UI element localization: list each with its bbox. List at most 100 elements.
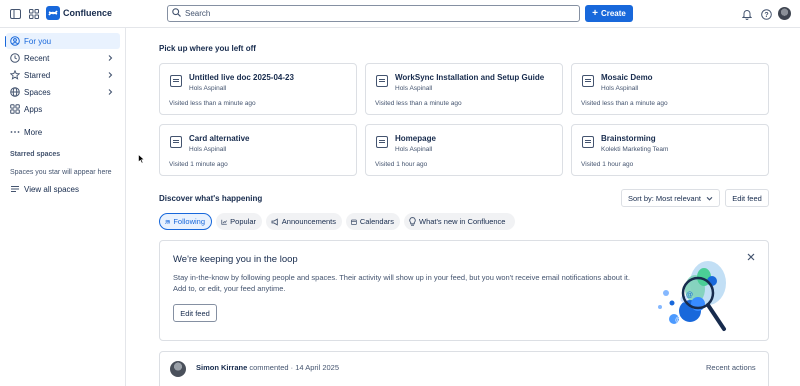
- card-author: Hols Aspinall: [395, 146, 433, 153]
- recent-card[interactable]: Card alternative Hols Aspinall Visited 1…: [159, 124, 357, 176]
- starred-spaces-hint: Spaces you star will appear here: [10, 169, 112, 176]
- for-you-icon: [10, 36, 20, 46]
- search-input[interactable]: [185, 9, 565, 18]
- app-title[interactable]: Confluence: [63, 8, 112, 18]
- svg-text:@: @: [675, 317, 682, 324]
- card-title: Untitled live doc 2025-04-23: [189, 73, 294, 82]
- feed-info-edit-button[interactable]: Edit feed: [173, 304, 217, 322]
- feed-illustration-icon: @ @: [658, 261, 726, 331]
- recent-card[interactable]: Mosaic Demo Hols Aspinall Visited less t…: [571, 63, 769, 115]
- svg-text:@: @: [686, 292, 693, 299]
- card-author: Hols Aspinall: [189, 146, 227, 153]
- lightbulb-icon: [409, 217, 416, 226]
- activity-separator: ·: [290, 363, 294, 372]
- tab-following[interactable]: Following: [159, 213, 212, 230]
- ellipsis-icon: [10, 127, 20, 137]
- people-icon: [165, 219, 171, 224]
- card-visited-time: Visited less than a minute ago: [169, 100, 256, 107]
- chevron-right-icon[interactable]: [106, 88, 114, 96]
- chart-icon: [221, 219, 227, 225]
- clock-icon: [10, 53, 20, 63]
- view-all-spaces-link[interactable]: View all spaces: [6, 181, 120, 197]
- close-icon[interactable]: [746, 252, 756, 262]
- recent-card[interactable]: Homepage Hols Aspinall Visited 1 hour ag…: [365, 124, 563, 176]
- sidebar-item-recent[interactable]: Recent: [6, 50, 120, 66]
- feed-info-panel: We're keeping you in the loop Stay in-th…: [159, 240, 769, 341]
- create-button[interactable]: + Create: [585, 5, 633, 22]
- tab-announcements[interactable]: Announcements: [266, 213, 342, 230]
- sidebar-item-apps[interactable]: Apps: [6, 101, 120, 117]
- page-icon: [170, 136, 182, 148]
- chevron-right-icon[interactable]: [106, 71, 114, 79]
- sidebar-item-more[interactable]: More: [6, 124, 120, 140]
- page-icon: [376, 75, 388, 87]
- search-icon: [172, 8, 181, 19]
- sidebar-item-starred[interactable]: Starred: [6, 67, 120, 83]
- star-icon: [10, 70, 20, 80]
- recent-card[interactable]: Untitled live doc 2025-04-23 Hols Aspina…: [159, 63, 357, 115]
- starred-spaces-heading: Starred spaces: [10, 151, 61, 158]
- card-author: Hols Aspinall: [601, 85, 639, 92]
- app-switcher-icon[interactable]: [28, 8, 40, 20]
- sidebar: For you Recent Starred Spaces Apps More: [0, 28, 126, 386]
- discover-section-title: Discover what's happening: [159, 194, 263, 203]
- search-bar[interactable]: [167, 5, 580, 22]
- live-doc-icon: [170, 75, 182, 87]
- notifications-bell-icon[interactable]: [741, 8, 753, 20]
- card-visited-time: Visited 1 hour ago: [581, 161, 634, 168]
- feed-activity-item[interactable]: Simon Kirrane commented · 14 April 2025 …: [159, 351, 769, 386]
- card-title: Brainstorming: [601, 134, 656, 143]
- card-title: Mosaic Demo: [601, 73, 653, 82]
- feed-info-text: Stay in-the-know by following people and…: [173, 273, 630, 293]
- chevron-right-icon[interactable]: [106, 54, 114, 62]
- sort-dropdown[interactable]: Sort by: Most relevant: [621, 189, 720, 207]
- sort-dropdown-label: Sort by: Most relevant: [628, 193, 701, 203]
- tab-popular[interactable]: Popular: [216, 213, 262, 230]
- apps-icon: [10, 104, 20, 114]
- sidebar-item-label: Starred: [24, 70, 51, 80]
- card-visited-time: Visited 1 minute ago: [169, 161, 228, 168]
- activity-author[interactable]: Simon Kirrane: [196, 363, 247, 372]
- tab-label: Popular: [230, 217, 256, 226]
- sidebar-item-spaces[interactable]: Spaces: [6, 84, 120, 100]
- sidebar-item-for-you[interactable]: For you: [6, 33, 120, 49]
- page-icon: [376, 136, 388, 148]
- card-visited-time: Visited less than a minute ago: [375, 100, 462, 107]
- plus-icon: +: [592, 7, 598, 19]
- recent-card[interactable]: Brainstorming Kolekti Marketing Team Vis…: [571, 124, 769, 176]
- tab-label: Announcements: [281, 217, 336, 226]
- user-avatar[interactable]: [778, 7, 791, 20]
- edit-feed-button[interactable]: Edit feed: [725, 189, 769, 207]
- card-title: WorkSync Installation and Setup Guide: [395, 73, 545, 82]
- recent-actions-label[interactable]: Recent actions: [706, 363, 756, 372]
- sidebar-item-label: More: [24, 127, 43, 137]
- globe-icon: [10, 87, 20, 97]
- feed-info-title: We're keeping you in the loop: [173, 254, 298, 265]
- card-visited-time: Visited less than a minute ago: [581, 100, 668, 107]
- activity-date: 14 April 2025: [295, 363, 340, 372]
- mouse-cursor-icon: [138, 154, 145, 164]
- card-author: Hols Aspinall: [395, 85, 433, 92]
- page-icon: [582, 136, 594, 148]
- sidebar-item-label: Apps: [24, 104, 43, 114]
- calendar-icon: [351, 219, 357, 225]
- sidebar-item-label: Recent: [24, 53, 50, 63]
- card-title: Card alternative: [189, 134, 250, 143]
- megaphone-icon: [271, 217, 278, 226]
- activity-action: commented: [249, 363, 289, 372]
- recent-section-title: Pick up where you left off: [159, 44, 256, 53]
- view-all-spaces-label: View all spaces: [24, 184, 79, 194]
- card-author: Kolekti Marketing Team: [601, 146, 669, 153]
- sidebar-item-label: For you: [24, 36, 52, 46]
- card-visited-time: Visited 1 hour ago: [375, 161, 428, 168]
- tab-label: Following: [173, 217, 205, 226]
- sidebar-toggle-icon[interactable]: [9, 8, 21, 20]
- top-navigation: Confluence + Create ?: [0, 0, 800, 28]
- activity-summary: Simon Kirrane commented · 14 April 2025: [196, 363, 339, 372]
- tab-calendars[interactable]: Calendars: [346, 213, 400, 230]
- confluence-logo-icon[interactable]: [46, 6, 60, 20]
- svg-text:?: ?: [764, 12, 768, 19]
- recent-card[interactable]: WorkSync Installation and Setup Guide Ho…: [365, 63, 563, 115]
- help-icon[interactable]: ?: [760, 8, 772, 20]
- tab-whats-new[interactable]: What's new in Confluence: [404, 213, 515, 230]
